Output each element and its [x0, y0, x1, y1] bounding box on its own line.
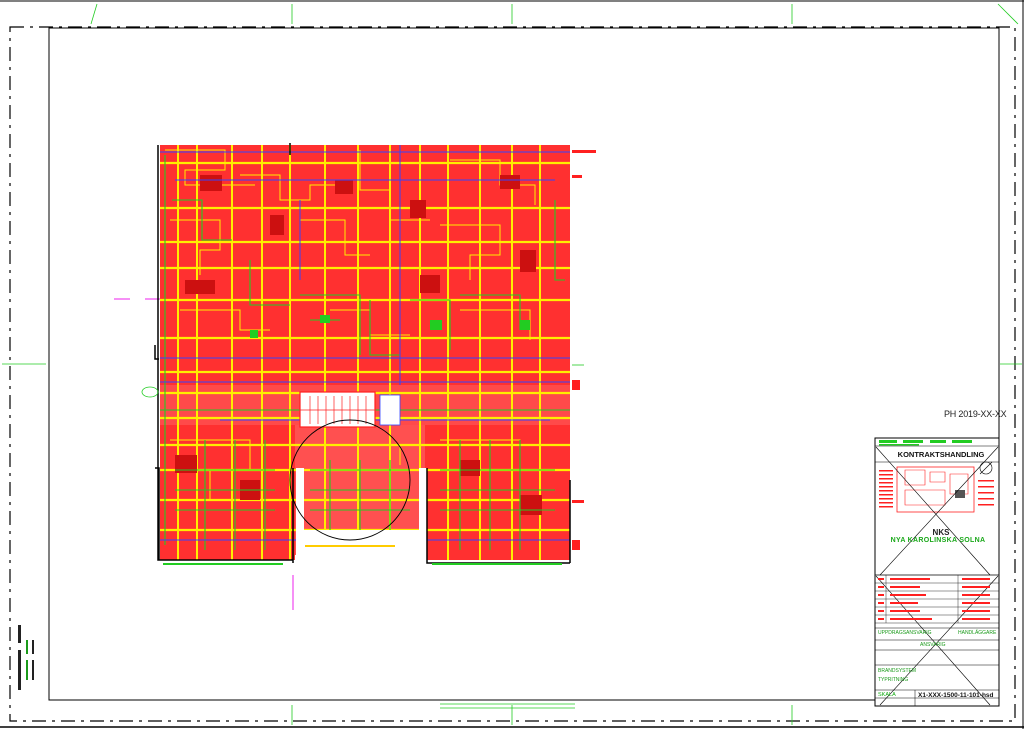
discipline-label-1: BRANDSYSTEM: [878, 668, 917, 674]
floor-plan: [141, 143, 596, 565]
project-code: NKS: [932, 528, 950, 537]
drawing-number: X1-XXX-1500-11-101-hsd: [918, 692, 994, 699]
role-label-3: ANSVARIG: [920, 642, 946, 648]
drawing-sheet: [0, 0, 1024, 729]
margin-notes: [18, 625, 34, 690]
title-block: [874, 437, 1000, 707]
drawing-reference-id: PH 2019-XX-XX: [944, 409, 1007, 419]
scale-label: SKALA: [878, 692, 896, 698]
discipline-label-2: TYPRITNING: [878, 677, 909, 683]
role-label-2: HANDLÄGGARE: [958, 630, 997, 636]
project-name: NYA KAROLINSKA SOLNA: [890, 537, 986, 544]
role-label-1: UPPDRAGSANSVARIG: [878, 630, 932, 636]
status-title: KONTRAKTSHANDLING: [897, 450, 985, 459]
